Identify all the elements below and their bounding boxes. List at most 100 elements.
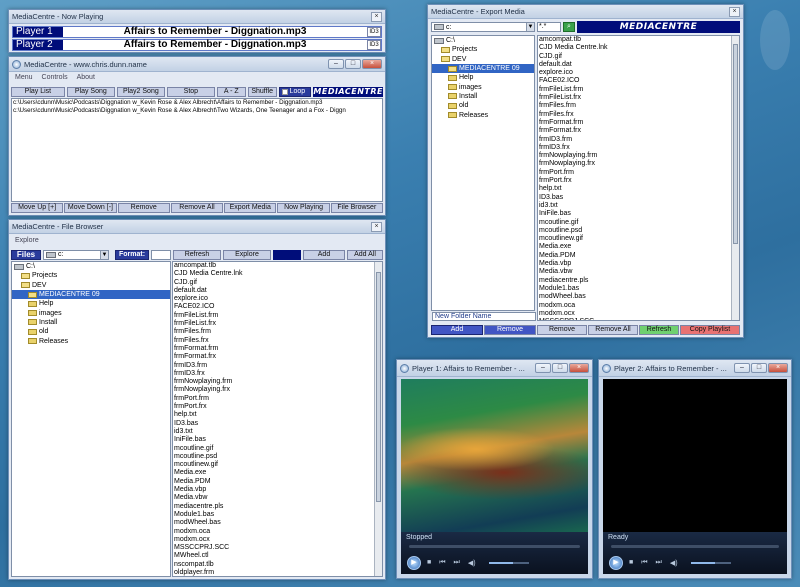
list-item[interactable]: explore.ico (538, 69, 730, 77)
tree-item[interactable]: Releases (12, 336, 170, 345)
tree-item[interactable]: images (432, 82, 534, 91)
playlist-listbox[interactable]: c:\Users\cdunn\Music\Podcasts\Diggnation… (11, 98, 383, 202)
scrollbar[interactable] (731, 36, 739, 320)
format-field[interactable] (151, 249, 171, 260)
menu-item-about[interactable]: About (77, 74, 95, 84)
volume-slider[interactable] (691, 562, 731, 564)
remove-button-2[interactable]: Remove (537, 325, 587, 335)
list-item[interactable]: frmID3.frx (173, 370, 373, 378)
close-icon[interactable]: × (362, 59, 382, 69)
tree-item[interactable]: Projects (12, 271, 170, 280)
maximize-icon[interactable]: □ (751, 363, 767, 373)
list-item[interactable]: modxm.oca (173, 528, 373, 536)
list-item[interactable]: mediacentre.pls (538, 277, 730, 285)
remove-button[interactable]: Remove (117, 203, 170, 213)
shuffle-button[interactable]: Shuffle (247, 86, 277, 97)
list-item[interactable]: MSSCCPRJ.SCC (173, 544, 373, 552)
stop-button[interactable]: Stop (166, 86, 215, 97)
list-item[interactable]: Media.vbp (538, 260, 730, 268)
volume-icon[interactable]: ◀) (468, 559, 476, 567)
list-item[interactable]: frmNowplaying.frm (538, 152, 730, 160)
tree-item[interactable]: Releases (432, 110, 534, 119)
search-icon[interactable]: ⌕ (563, 22, 575, 32)
list-item[interactable]: mcoutlinew.gif (538, 235, 730, 243)
list-item[interactable]: Module1.bas (173, 511, 373, 519)
stop-icon[interactable]: ■ (629, 559, 633, 567)
player1-titlebar[interactable]: Player 1: Affairs to Remember - ... – □ … (397, 360, 592, 377)
list-item[interactable]: Media.vbw (538, 268, 730, 276)
list-item[interactable]: c:\Users\cdunn\Music\Podcasts\Diggnation… (12, 107, 382, 115)
menu-item-explore[interactable]: Explore (15, 237, 39, 244)
volume-icon[interactable]: ◀) (670, 559, 678, 567)
list-item[interactable]: MSSCCPRJ.SCC (538, 318, 730, 320)
player1-id3-button[interactable]: ID3 (367, 27, 381, 37)
loop-checkbox[interactable]: Loop (278, 86, 312, 97)
sort-az-button[interactable]: A - Z (216, 86, 246, 97)
list-item[interactable]: Media.exe (538, 243, 730, 251)
play-icon[interactable]: ▶ (609, 556, 623, 570)
remove-all-button[interactable]: Remove All (170, 203, 224, 213)
list-item[interactable]: frmID3.frm (173, 362, 373, 370)
player2-titlebar[interactable]: Player 2: Affairs to Remember - ... – □ … (599, 360, 791, 377)
list-item[interactable]: frmFiles.frm (538, 102, 730, 110)
maximize-icon[interactable]: □ (552, 363, 568, 373)
list-item[interactable]: Media.vbw (173, 494, 373, 502)
play-list-button[interactable]: Play List (11, 86, 65, 97)
stop-icon[interactable]: ■ (427, 559, 431, 567)
main-titlebar[interactable]: MediaCentre - www.chris.dunn.name – □ × (9, 57, 385, 72)
list-item[interactable]: modWheel.bas (538, 293, 730, 301)
folder-tree[interactable]: C:\ Projects DEV MEDIACENTRE 09 Help images In… (431, 35, 535, 311)
list-item[interactable]: frmID3.frm (538, 136, 730, 144)
close-icon[interactable]: × (768, 363, 788, 373)
folder-tree[interactable]: C:\ Projects DEV MEDIACENTRE 09 Help images In… (11, 261, 171, 577)
list-item[interactable]: frmPort.frx (538, 177, 730, 185)
minimize-icon[interactable]: – (535, 363, 551, 373)
list-item[interactable]: modxm.ocx (538, 310, 730, 318)
list-item[interactable]: CJD Media Centre.lnk (538, 44, 730, 52)
list-item[interactable]: amcompat.tlb (538, 36, 730, 44)
list-item[interactable]: Media.PDM (538, 252, 730, 260)
file-browser-titlebar[interactable]: MediaCentre - File Browser × (9, 220, 385, 234)
scrollbar[interactable] (374, 262, 382, 576)
tree-item[interactable]: Install (432, 92, 534, 101)
player2-id3-button[interactable]: ID3 (367, 40, 381, 50)
refresh-button[interactable]: Refresh (639, 325, 679, 335)
tree-item[interactable]: Help (432, 73, 534, 82)
list-item[interactable]: Media.vbp (173, 486, 373, 494)
list-item[interactable]: frmFormat.frm (173, 345, 373, 353)
remove-all-button[interactable]: Remove All (588, 325, 638, 335)
drive-select[interactable]: c: ▼ (431, 22, 535, 32)
list-item[interactable]: mcoutline.psd (173, 453, 373, 461)
copy-playlist-button[interactable]: Copy Playlist (680, 325, 740, 335)
close-icon[interactable]: × (569, 363, 589, 373)
tree-item[interactable]: C:\ (432, 36, 534, 45)
remove-button[interactable]: Remove (484, 325, 536, 335)
drive-select[interactable]: c: ▼ (43, 249, 109, 260)
list-item[interactable]: id3.txt (538, 202, 730, 210)
list-item[interactable]: ID3.bas (173, 420, 373, 428)
file-listbox[interactable]: amcompat.tlb CJD Media Centre.lnk CJD.gif d… (537, 35, 740, 321)
previous-icon[interactable]: ⏮ (439, 559, 445, 567)
list-item[interactable]: modxm.oca (538, 302, 730, 310)
list-item[interactable]: oldplayer.frm (173, 569, 373, 576)
maximize-icon[interactable]: □ (345, 59, 361, 69)
play2-song-button[interactable]: Play2 Song (116, 86, 165, 97)
list-item[interactable]: IniFile.bas (173, 436, 373, 444)
list-item[interactable]: mediacentre.pls (173, 503, 373, 511)
list-item[interactable]: Module1.bas (538, 285, 730, 293)
tree-item[interactable]: C:\ (12, 262, 170, 271)
tree-item[interactable]: images (12, 308, 170, 317)
list-item[interactable]: frmFormat.frm (538, 119, 730, 127)
file-browser-button[interactable]: File Browser (330, 203, 383, 213)
tree-item[interactable]: DEV (432, 55, 534, 64)
add-button[interactable]: Add (303, 249, 345, 260)
list-item[interactable]: IniFile.bas (538, 210, 730, 218)
add-button[interactable]: Add (431, 325, 483, 335)
video-visualization[interactable] (401, 379, 588, 535)
list-item[interactable]: frmNowplaying.frm (173, 378, 373, 386)
next-icon[interactable]: ⏭ (656, 559, 662, 567)
list-item[interactable]: modWheel.bas (173, 519, 373, 527)
list-item[interactable]: frmFiles.frx (538, 111, 730, 119)
list-item[interactable]: FACE02.ICO (173, 303, 373, 311)
tree-item[interactable]: MEDIACENTRE 09 (432, 63, 534, 74)
